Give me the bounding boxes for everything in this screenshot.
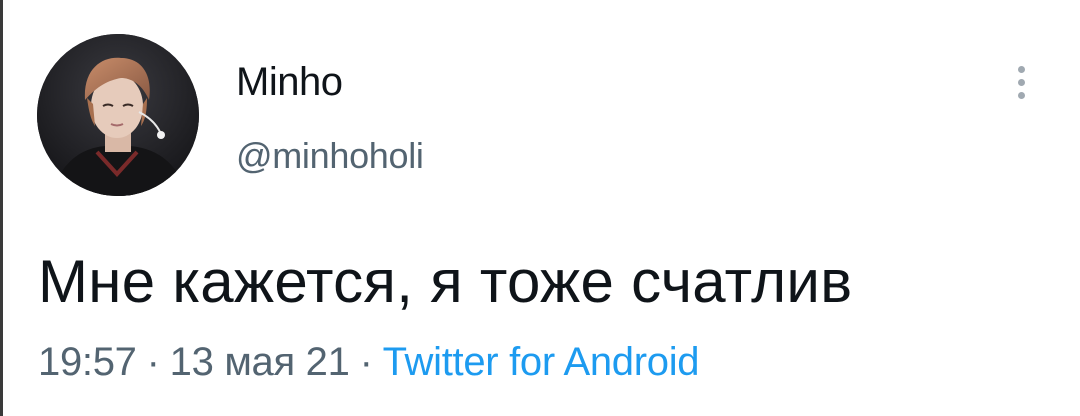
tweet-meta: 19:57 · 13 мая 21 · Twitter for Android xyxy=(38,340,700,385)
meta-separator: · xyxy=(146,340,160,384)
author-display-name[interactable]: Minho xyxy=(236,60,343,105)
more-vertical-icon xyxy=(1017,65,1025,73)
more-vertical-icon-dot-2 xyxy=(1017,78,1025,86)
tweet-date: 13 мая 21 xyxy=(169,340,350,384)
more-vertical-icon-dot-3 xyxy=(1017,91,1025,99)
author-username[interactable]: @minhoholi xyxy=(236,135,424,177)
more-options-button[interactable] xyxy=(1004,58,1038,106)
window-edge xyxy=(0,0,3,416)
tweet-time: 19:57 xyxy=(38,340,137,384)
profile-photo xyxy=(37,34,199,196)
meta-separator-2: · xyxy=(359,340,373,384)
avatar[interactable] xyxy=(37,34,199,196)
tweet-text: Мне кажется, я тоже счатлив xyxy=(38,248,853,315)
tweet-source-link[interactable]: Twitter for Android xyxy=(383,340,700,384)
